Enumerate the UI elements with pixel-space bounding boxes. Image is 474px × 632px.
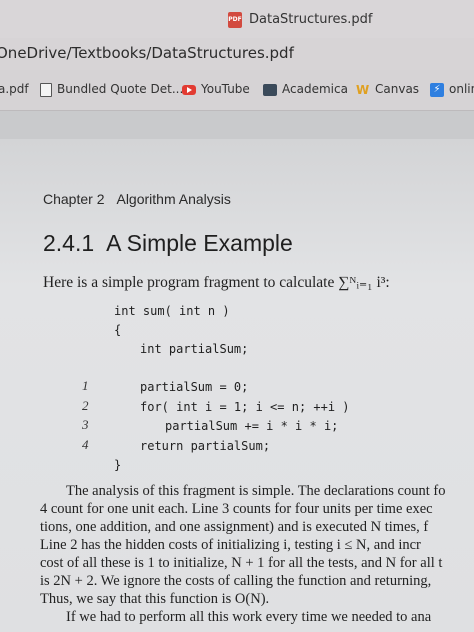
- chapter-title: Algorithm Analysis: [116, 191, 231, 207]
- section-title: A Simple Example: [106, 230, 293, 256]
- bookmark-label: Canvas: [375, 82, 420, 96]
- section-number: 2.4.1: [43, 230, 95, 256]
- bookmark-label: onlin: [449, 82, 474, 96]
- bookmark-online[interactable]: ⚡ onlin: [430, 82, 474, 97]
- paragraph-line: cost of all these is 1 to initialize, N …: [40, 555, 443, 571]
- line-number: 3: [82, 417, 89, 432]
- paragraph-line: If we had to perform all this work every…: [66, 609, 432, 625]
- academica-icon: [263, 83, 277, 96]
- paragraph-line: is 2N + 2. We ignore the costs of callin…: [40, 573, 432, 589]
- code-line: }: [114, 458, 122, 472]
- bookmark-pdf[interactable]: a.pdf: [0, 82, 29, 96]
- paragraph-line: 4 count for one unit each. Line 3 counts…: [40, 501, 433, 517]
- paragraph-line: Thus, we say that this function is O(N).: [40, 591, 270, 607]
- paragraph-line: The analysis of this fragment is simple.…: [66, 483, 446, 499]
- bookmark-academica[interactable]: Academica: [263, 82, 348, 96]
- title-bar: PDF DataStructures.pdf: [0, 0, 474, 38]
- bookmark-label: YouTube: [201, 82, 250, 96]
- url-text[interactable]: OneDrive/Textbooks/DataStructures.pdf: [0, 44, 294, 62]
- chapter-header: Chapter 2 Algorithm Analysis: [43, 191, 231, 207]
- code-line: int partialSum;: [140, 342, 249, 356]
- bookmark-bundled-quote[interactable]: Bundled Quote Det...: [40, 82, 183, 97]
- bookmark-label: Academica: [282, 82, 348, 96]
- pdf-toolbar: [0, 111, 474, 139]
- intro-text: Here is a simple program fragment to cal…: [43, 274, 390, 291]
- code-line: partialSum = 0;: [140, 380, 249, 394]
- bookmark-label: Bundled Quote Det...: [57, 82, 184, 96]
- code-line: return partialSum;: [140, 439, 271, 453]
- paragraph-line: Line 2 has the hidden costs of initializ…: [40, 537, 421, 553]
- chapter-number: Chapter 2: [43, 191, 105, 207]
- line-number: 4: [82, 437, 89, 452]
- code-line: partialSum += i * i * i;: [165, 419, 339, 433]
- code-line: {: [114, 323, 122, 337]
- line-number: 1: [82, 378, 89, 393]
- bookmark-label: a.pdf: [0, 82, 29, 96]
- canvas-icon: W: [356, 82, 370, 97]
- bookmark-canvas[interactable]: W Canvas: [356, 82, 419, 96]
- pdf-file-icon: PDF: [228, 12, 242, 28]
- code-line: for( int i = 1; i <= n; ++i ): [140, 400, 350, 414]
- youtube-icon: [182, 84, 196, 95]
- tab-title[interactable]: DataStructures.pdf: [249, 12, 373, 27]
- document-icon: [40, 82, 52, 97]
- code-line: int sum( int n ): [114, 304, 230, 318]
- paragraph-line: tions, one addition, and one assignment)…: [40, 519, 429, 535]
- online-icon: ⚡: [430, 82, 444, 97]
- line-number: 2: [82, 398, 89, 413]
- bookmark-youtube[interactable]: YouTube: [182, 82, 250, 96]
- section-heading: 2.4.1 A Simple Example: [43, 230, 293, 257]
